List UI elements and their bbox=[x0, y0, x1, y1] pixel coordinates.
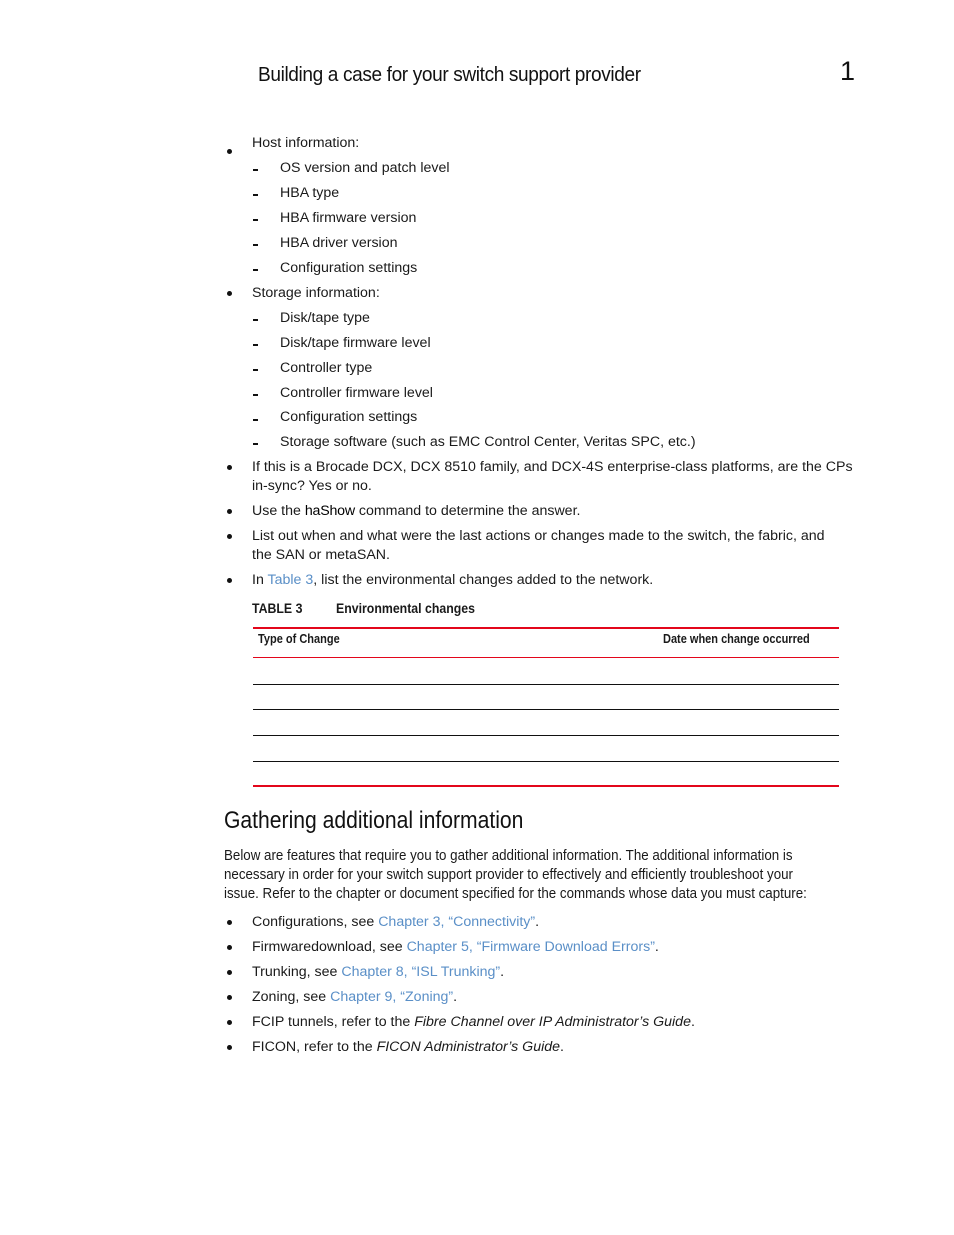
item-suffix: . bbox=[654, 939, 659, 955]
bullet-icon bbox=[227, 1020, 232, 1025]
running-header-title: Building a case for your switch support … bbox=[258, 63, 641, 86]
bullet-icon bbox=[227, 945, 232, 950]
table-row bbox=[253, 659, 839, 684]
table-row bbox=[253, 736, 839, 761]
list-item-configurations: Configurations, see Chapter 3, “Connecti… bbox=[252, 913, 539, 932]
table-row bbox=[253, 762, 839, 786]
item-suffix: . bbox=[453, 989, 458, 1005]
dash-icon bbox=[253, 244, 258, 246]
dash-icon bbox=[253, 443, 258, 445]
chapter-8-link[interactable]: Chapter 8, “ISL Trunking” bbox=[341, 964, 500, 980]
ficon-guide-title: FICON Administrator’s Guide bbox=[376, 1039, 561, 1055]
list-item-ficon: FICON, refer to the FICON Administrator’… bbox=[252, 1038, 564, 1057]
item-prefix: Configurations, see bbox=[252, 914, 379, 930]
section-heading: Gathering additional information bbox=[224, 807, 524, 834]
list-item: Configuration settings bbox=[280, 260, 418, 276]
list-item: Controller type bbox=[280, 360, 373, 376]
chapter-5-link[interactable]: Chapter 5, “Firmware Download Errors” bbox=[407, 939, 655, 955]
dash-icon bbox=[253, 319, 258, 321]
dash-icon bbox=[253, 194, 258, 196]
item-prefix: FICON, refer to the bbox=[252, 1039, 377, 1055]
bullet-icon bbox=[227, 995, 232, 1000]
bullet-icon bbox=[227, 920, 232, 925]
list-item: HBA driver version bbox=[280, 235, 398, 251]
storage-info-label: Storage information: bbox=[252, 285, 380, 301]
bullet-icon bbox=[227, 970, 232, 975]
dash-icon bbox=[253, 394, 258, 396]
section-paragraph: Below are features that require you to g… bbox=[224, 847, 904, 904]
paragraph-line: Below are features that require you to g… bbox=[224, 848, 793, 864]
bullet-icon bbox=[227, 509, 232, 514]
item-prefix: Trunking, see bbox=[252, 964, 342, 980]
paragraph-line: necessary in order for your switch suppo… bbox=[224, 867, 793, 883]
last-actions-line-1: List out when and what were the last act… bbox=[252, 528, 825, 544]
list-item-fcip: FCIP tunnels, refer to the Fibre Channel… bbox=[252, 1013, 695, 1032]
dash-icon bbox=[253, 169, 258, 171]
list-item: Configuration settings bbox=[280, 409, 418, 425]
list-item-trunking: Trunking, see Chapter 8, “ISL Trunking”. bbox=[252, 963, 504, 982]
table-bottom-rule bbox=[253, 785, 839, 788]
fcip-guide-title: Fibre Channel over IP Administrator’s Gu… bbox=[414, 1014, 691, 1030]
hashow-command: haShow bbox=[304, 503, 355, 519]
bullet-icon bbox=[227, 149, 232, 154]
table-ref-suffix: , list the environmental changes added t… bbox=[313, 572, 654, 588]
column-header-type-of-change: Type of Change bbox=[258, 632, 340, 646]
table-number: TABLE 3 bbox=[252, 600, 303, 616]
dash-icon bbox=[253, 344, 258, 346]
table-3-link[interactable]: Table 3 bbox=[268, 572, 314, 588]
item-prefix: FCIP tunnels, refer to the bbox=[252, 1014, 415, 1030]
table-row bbox=[253, 685, 839, 709]
table-reference-instruction: In Table 3, list the environmental chang… bbox=[252, 571, 653, 590]
bullet-icon bbox=[227, 465, 232, 470]
paragraph-line: issue. Refer to the chapter or document … bbox=[224, 886, 807, 902]
last-actions-instruction: List out when and what were the last act… bbox=[252, 527, 825, 565]
dcx-line-1: If this is a Brocade DCX, DCX 8510 famil… bbox=[252, 459, 853, 475]
item-suffix: . bbox=[560, 1039, 564, 1055]
item-prefix: Firmwaredownload, see bbox=[252, 939, 407, 955]
list-item: OS version and patch level bbox=[280, 160, 450, 176]
dash-icon bbox=[253, 269, 258, 271]
dash-icon bbox=[253, 219, 258, 221]
chapter-9-link[interactable]: Chapter 9, “Zoning” bbox=[330, 989, 453, 1005]
item-suffix: . bbox=[535, 914, 540, 930]
list-item-zoning: Zoning, see Chapter 9, “Zoning”. bbox=[252, 988, 457, 1007]
list-item-firmwaredownload: Firmwaredownload, see Chapter 5, “Firmwa… bbox=[252, 938, 659, 957]
table-top-rule bbox=[253, 627, 839, 629]
last-actions-line-2: the SAN or metaSAN. bbox=[252, 547, 390, 563]
list-item: Storage software (such as EMC Control Ce… bbox=[280, 434, 696, 450]
dcx-sync-question: If this is a Brocade DCX, DCX 8510 famil… bbox=[252, 458, 853, 496]
list-item: HBA firmware version bbox=[280, 210, 417, 226]
item-prefix: Zoning, see bbox=[252, 989, 331, 1005]
bullet-icon bbox=[227, 291, 232, 296]
table-ref-prefix: In bbox=[252, 572, 268, 588]
bullet-icon bbox=[227, 1045, 232, 1050]
table-title: Environmental changes bbox=[336, 600, 475, 616]
chapter-3-link[interactable]: Chapter 3, “Connectivity” bbox=[378, 914, 535, 930]
dash-icon bbox=[253, 369, 258, 371]
list-item: Controller firmware level bbox=[280, 385, 433, 401]
hashow-prefix: Use the bbox=[252, 503, 305, 519]
bullet-icon bbox=[227, 578, 232, 583]
chapter-number: 1 bbox=[840, 56, 856, 86]
item-suffix: . bbox=[500, 964, 505, 980]
hashow-suffix: command to determine the answer. bbox=[354, 503, 581, 519]
list-item: Disk/tape type bbox=[280, 310, 370, 326]
dash-icon bbox=[253, 419, 258, 421]
item-suffix: . bbox=[690, 1014, 695, 1030]
list-item: HBA type bbox=[280, 185, 340, 201]
dcx-line-2: in-sync? Yes or no. bbox=[252, 478, 372, 494]
host-info-label: Host information: bbox=[252, 135, 360, 151]
column-header-date: Date when change occurred bbox=[663, 632, 810, 646]
list-item: Disk/tape firmware level bbox=[280, 335, 431, 351]
hashow-instruction: Use the haShow command to determine the … bbox=[252, 502, 580, 521]
table-row bbox=[253, 710, 839, 735]
bullet-icon bbox=[227, 534, 232, 539]
